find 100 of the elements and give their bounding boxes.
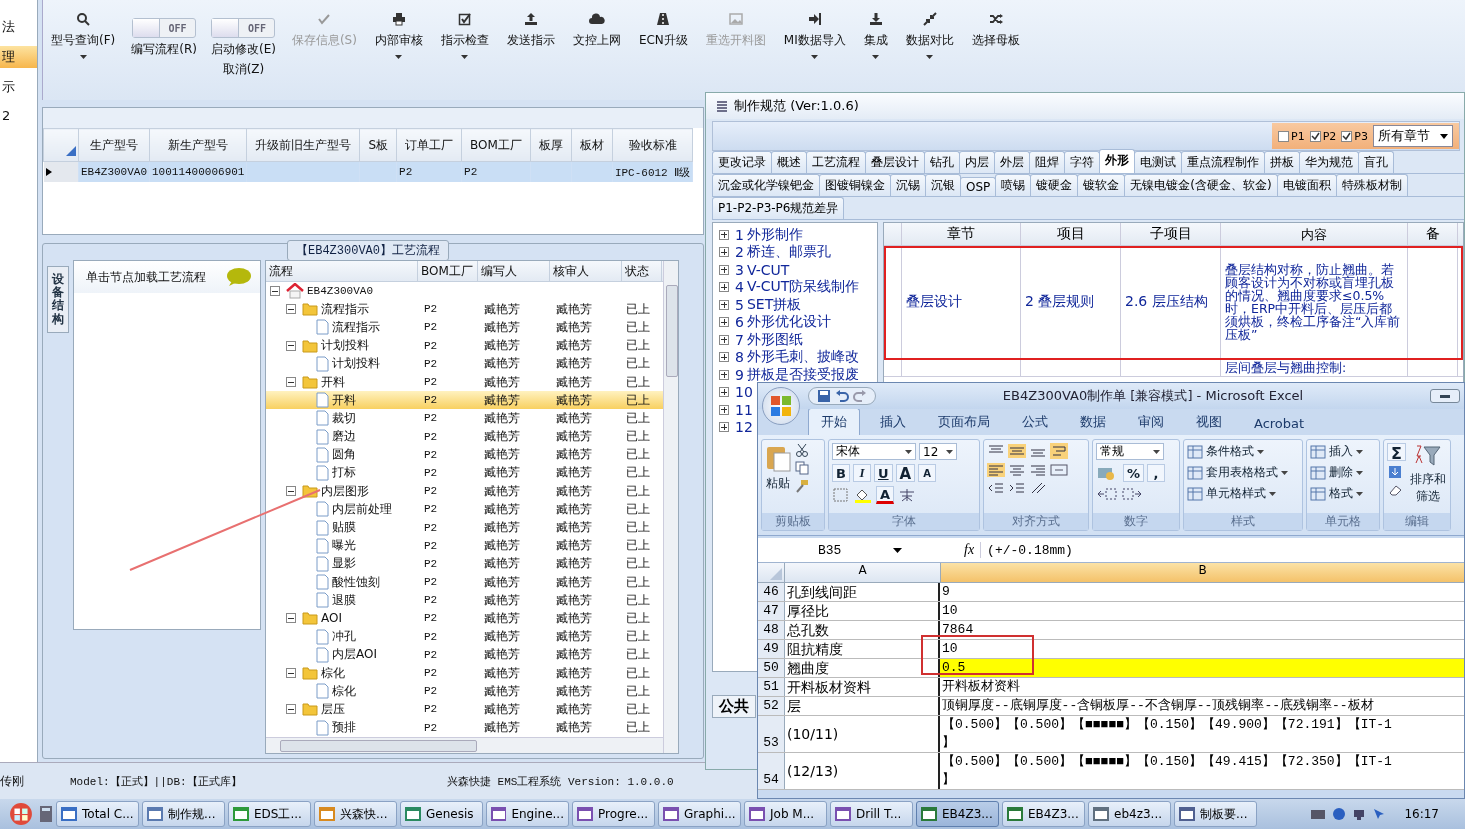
ribbon-tab[interactable]: Acrobat	[1242, 412, 1317, 435]
cells-button[interactable]: 插入	[1310, 443, 1363, 460]
autosum-button[interactable]: Σ	[1387, 443, 1406, 461]
taskbar-button[interactable]: 制作规...	[142, 801, 225, 827]
tab[interactable]: 沉金或化学镍钯金	[712, 174, 820, 196]
ribbon-tab[interactable]: 视图	[1184, 409, 1234, 435]
taskbar-button[interactable]: eb4z3...	[1088, 801, 1171, 827]
column-header[interactable]: BOM工厂	[461, 128, 531, 162]
table-row[interactable]: EB4Z300VA0 10011400006901 P2 P2 IPC-6012 Ⅱ级	[43, 161, 693, 182]
toolbar-button[interactable]: 数据对比	[903, 10, 956, 61]
dropdown[interactable]: 所有章节	[1373, 125, 1453, 147]
function-button[interactable]: fx	[914, 542, 982, 558]
dropdown-arrow-icon[interactable]	[1356, 470, 1363, 475]
format-button[interactable]: U	[874, 464, 893, 482]
sidebar-item[interactable]: 理	[0, 46, 37, 68]
tree-row[interactable]: 预排 P2 臧艳芳 臧艳芳 已上	[266, 718, 663, 737]
sidebar-item[interactable]: 示	[0, 76, 37, 98]
section-title[interactable]: V-CUT防呆线制作	[746, 278, 860, 297]
section-title[interactable]: 拼板是否接受报废	[746, 365, 859, 384]
paste-button[interactable]: 粘贴	[765, 443, 791, 510]
tab[interactable]: 公共	[712, 695, 756, 718]
tree-row[interactable]: EB4Z300VA0	[266, 282, 663, 301]
dropdown-caret-icon[interactable]	[872, 55, 880, 59]
tree-row[interactable]: 曝光 P2 臧艳芳 臧艳芳 已上	[266, 536, 663, 555]
column-header[interactable]: 订单工厂	[396, 128, 462, 162]
office-button[interactable]	[762, 387, 800, 425]
ribbon-tab[interactable]: 插入	[868, 409, 918, 435]
increase-indent-icon[interactable]	[1008, 481, 1026, 495]
tree-row[interactable]: 酸性蚀刻 P2 臧艳芳 臧艳芳 已上	[266, 573, 663, 592]
tab[interactable]: 无镍电镀金(含硬金、软金)	[1124, 174, 1278, 196]
tree-row[interactable]: 圆角 P2 臧艳芳 臧艳芳 已上	[266, 445, 663, 464]
expand-toggle[interactable]	[719, 334, 729, 345]
number-format-field[interactable]: 常规	[1096, 443, 1164, 460]
taskbar-button[interactable]: EDS工...	[228, 801, 311, 827]
toolbar-button[interactable]: ECN升级	[636, 10, 690, 51]
font-color-button[interactable]: A	[876, 486, 895, 504]
dropdown-arrow-icon[interactable]	[1440, 133, 1448, 139]
fill-icon[interactable]	[1387, 465, 1403, 479]
tree-row[interactable]: 开料 P2 臧艳芳 臧艳芳 已上	[266, 372, 663, 392]
tree-row[interactable]: 显影 P2 臧艳芳 臧艳芳 已上	[266, 554, 663, 573]
column-header[interactable]: 升级前旧生产型号	[246, 128, 360, 162]
tab[interactable]: 沉银	[925, 174, 961, 196]
tree-row[interactable]: 退膜 P2 臧艳芳 臧艳芳 已上	[266, 591, 663, 610]
tab[interactable]: 拼板	[1264, 151, 1300, 173]
dropdown-caret-icon[interactable]	[395, 55, 403, 59]
toolbar-button[interactable]: 发送指示	[504, 10, 557, 51]
copy-icon[interactable]	[795, 461, 809, 475]
grow-font-button[interactable]: A	[895, 464, 916, 482]
toolbar-button[interactable]: 文控上网	[570, 10, 623, 51]
vertical-scrollbar[interactable]	[663, 261, 678, 753]
tree-row[interactable]: 贴膜 P2 臧艳芳 臧艳芳 已上	[266, 518, 663, 537]
toolbar-button[interactable]: 内部审核	[372, 10, 425, 61]
taskbar-button[interactable]: Total C...	[56, 801, 139, 827]
column-header[interactable]: 核审人	[550, 261, 622, 281]
collapse-toggle[interactable]	[270, 286, 280, 297]
taskbar-button[interactable]: EB4Z3...	[916, 801, 999, 827]
section-title[interactable]: SET拼板	[746, 295, 802, 314]
column-header[interactable]: BOM工厂	[418, 261, 478, 281]
taskbar-button[interactable]: Progre...	[572, 801, 655, 827]
ribbon-tab[interactable]: 页面布局	[926, 409, 1002, 435]
ribbon-tab[interactable]: 审阅	[1126, 409, 1176, 435]
dropdown-caret-icon[interactable]	[811, 55, 819, 59]
formula-field[interactable]: (+/-0.18mm)	[987, 542, 1073, 558]
ribbon-tab[interactable]: 数据	[1068, 409, 1118, 435]
undo-icon[interactable]	[835, 389, 849, 403]
scissors-icon[interactable]	[795, 443, 809, 457]
section-title[interactable]: 外形图纸	[746, 330, 803, 349]
toolbar-button[interactable]: 集成	[861, 10, 890, 61]
dropdown-arrow-icon[interactable]	[1356, 491, 1363, 496]
section-title[interactable]: V-CUT	[746, 261, 790, 278]
calculator-icon[interactable]	[39, 805, 53, 823]
taskbar-button[interactable]: Genesis	[400, 801, 483, 827]
toggle-switch[interactable]: OFF	[211, 18, 276, 38]
collapse-toggle[interactable]	[286, 613, 296, 624]
eraser-icon[interactable]	[1387, 483, 1403, 497]
tab[interactable]: 特殊板材制	[1335, 174, 1408, 196]
expand-toggle[interactable]	[719, 282, 729, 293]
toolbar-button[interactable]: 指示检查	[438, 10, 491, 61]
expand-toggle[interactable]	[719, 352, 729, 363]
column-header[interactable]: 项目	[1021, 223, 1121, 245]
dropdown-arrow-icon[interactable]	[1356, 449, 1363, 454]
tab[interactable]: 更改记录	[712, 151, 772, 173]
cells-button[interactable]: 格式	[1310, 485, 1363, 502]
sort-filter-button[interactable]: 排序和筛选	[1409, 443, 1446, 510]
toolbar-button[interactable]: MI数据导入	[781, 10, 848, 61]
font-name-field[interactable]: 宋体	[832, 443, 916, 460]
column-header[interactable]: 验收标准	[612, 128, 693, 162]
dropdown-caret-icon[interactable]	[79, 55, 87, 59]
expand-toggle[interactable]	[719, 299, 729, 310]
section-title[interactable]: 外形优化设计	[746, 313, 831, 332]
style-button[interactable]: 单元格样式	[1187, 485, 1288, 502]
column-header[interactable]: 章节	[902, 223, 1021, 245]
style-button[interactable]: 套用表格格式	[1187, 464, 1288, 481]
column-header[interactable]: 状态	[622, 261, 662, 281]
column-header[interactable]: 编写人	[478, 261, 550, 281]
expand-toggle[interactable]	[719, 264, 729, 275]
name-box[interactable]: B35	[758, 542, 908, 558]
collapse-toggle[interactable]	[286, 340, 296, 351]
taskbar-button[interactable]: EB4Z3...	[1002, 801, 1085, 827]
tab[interactable]: 外层	[994, 151, 1030, 173]
